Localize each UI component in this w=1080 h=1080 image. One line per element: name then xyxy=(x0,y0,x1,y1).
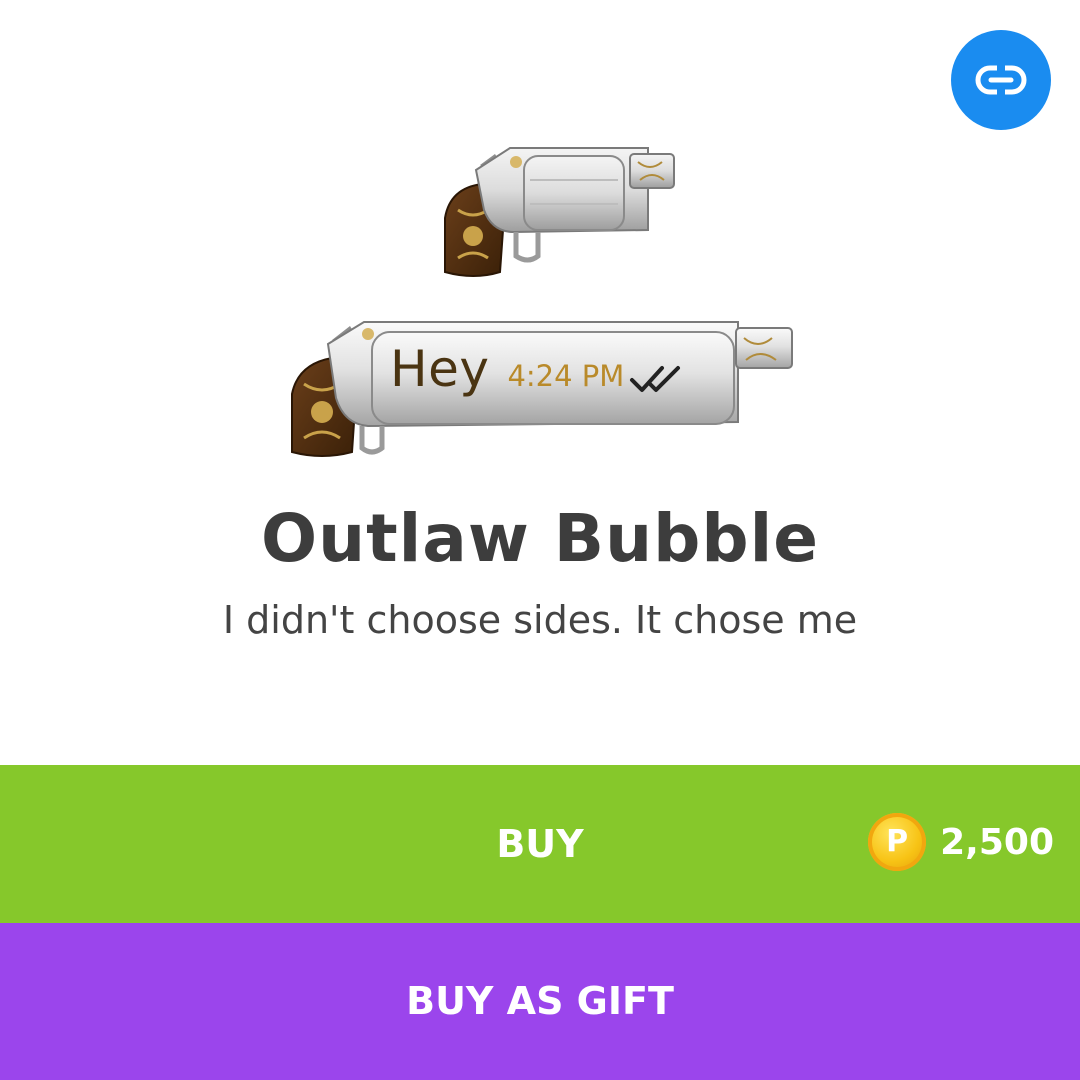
share-link-button[interactable] xyxy=(951,30,1051,130)
buy-as-gift-button[interactable]: BUY AS GIFT xyxy=(0,923,1080,1080)
sticker-store-item-page: Hey 4:24 PM Outlaw Bubble I didn't choos… xyxy=(0,0,1080,1080)
link-icon xyxy=(975,64,1027,96)
bubble-message: Hey 4:24 PM xyxy=(390,340,686,410)
price-tag: P 2,500 xyxy=(868,813,1054,871)
bubble-message-text: Hey xyxy=(390,340,490,398)
product-title: Outlaw Bubble xyxy=(261,500,819,577)
price-value: 2,500 xyxy=(940,821,1054,863)
revolver-icon xyxy=(444,147,675,277)
double-check-icon xyxy=(630,366,681,392)
buy-button[interactable]: BUY P 2,500 xyxy=(0,765,1080,923)
bubble-message-time: 4:24 PM xyxy=(507,359,625,393)
buy-as-gift-label: BUY AS GIFT xyxy=(406,979,674,1023)
coin-icon: P xyxy=(868,813,927,871)
product-description: I didn't choose sides. It chose me xyxy=(222,598,858,642)
coin-symbol: P xyxy=(886,824,909,859)
